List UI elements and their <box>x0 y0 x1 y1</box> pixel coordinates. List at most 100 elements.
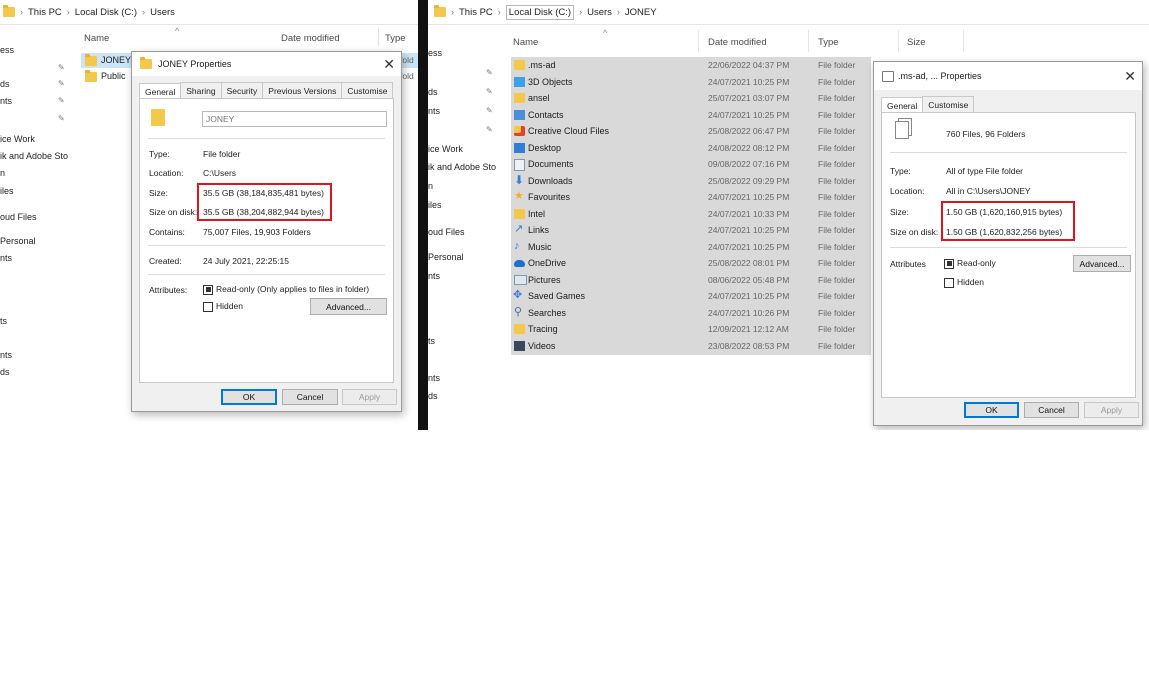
list-item[interactable]: ↗ Links 24/07/2021 10:25 PM File folder <box>511 222 871 238</box>
nav-item[interactable]: ik and Adobe Sto <box>0 151 68 161</box>
nav-item[interactable]: nts <box>428 106 440 116</box>
breadcrumb-local-disk[interactable]: Local Disk (C:) <box>75 7 137 18</box>
readonly-checkbox[interactable]: Read-only <box>944 258 996 269</box>
nav-item[interactable]: iles <box>428 200 442 210</box>
folder-icon <box>434 5 446 17</box>
breadcrumb-users[interactable]: Users <box>587 7 612 18</box>
breadcrumb-joney[interactable]: JONEY <box>625 7 657 18</box>
nav-item[interactable]: n <box>0 168 5 178</box>
column-divider[interactable] <box>963 30 964 52</box>
nav-item[interactable]: nts <box>0 253 12 263</box>
ok-button[interactable]: OK <box>221 389 277 405</box>
column-header-type[interactable]: Type <box>385 33 406 44</box>
hidden-checkbox[interactable]: Hidden <box>203 301 243 312</box>
nav-item[interactable]: ice Work <box>0 134 35 144</box>
address-bar[interactable]: › This PC › Local Disk (C:) › Users <box>0 0 418 25</box>
file-name: OneDrive <box>528 258 567 268</box>
list-item[interactable]: OneDrive 25/08/2022 08:01 PM File folder <box>511 255 871 271</box>
close-icon[interactable]: ✕ <box>383 56 395 73</box>
folder-name-field[interactable]: JONEY <box>202 111 387 127</box>
tab-customise[interactable]: Customise <box>341 82 394 99</box>
list-item[interactable]: ✥ Saved Games 24/07/2021 10:25 PM File f… <box>511 288 871 304</box>
column-divider[interactable] <box>808 30 809 52</box>
nav-item[interactable]: iles <box>0 186 14 196</box>
tab-previous-versions[interactable]: Previous Versions <box>262 82 343 99</box>
nav-item[interactable]: n <box>428 181 433 191</box>
address-bar[interactable]: › This PC › Local Disk (C:) › Users › JO… <box>428 0 1149 25</box>
apply-button[interactable]: Apply <box>1084 402 1139 418</box>
divider <box>148 245 385 246</box>
list-item[interactable]: 3D Objects 24/07/2021 10:25 PM File fold… <box>511 74 871 90</box>
column-header-name[interactable]: Name <box>84 33 109 44</box>
checkbox-icon <box>203 301 213 312</box>
nav-item[interactable]: ess <box>428 48 442 58</box>
nav-item[interactable]: oud Files <box>428 227 465 237</box>
tab-security[interactable]: Security <box>220 82 264 99</box>
list-item[interactable]: .ms-ad 22/06/2022 04:37 PM File folder <box>511 57 871 73</box>
hidden-checkbox[interactable]: Hidden <box>944 277 984 288</box>
column-divider[interactable] <box>698 30 699 52</box>
nav-item[interactable]: Personal <box>0 236 36 246</box>
cancel-button[interactable]: Cancel <box>282 389 338 405</box>
nav-item[interactable]: ik and Adobe Sto <box>428 162 496 172</box>
list-item[interactable]: Desktop 24/08/2022 08:12 PM File folder <box>511 140 871 156</box>
list-item[interactable]: ⚲ Searches 24/07/2021 10:26 PM File fold… <box>511 305 871 321</box>
breadcrumb-users[interactable]: Users <box>150 7 175 18</box>
close-icon[interactable]: ✕ <box>1124 68 1136 85</box>
nav-item[interactable]: ds <box>0 367 10 377</box>
list-item[interactable]: Creative Cloud Files 25/08/2022 06:47 PM… <box>511 123 871 139</box>
nav-item[interactable]: nts <box>428 271 440 281</box>
nav-item[interactable]: Personal <box>428 252 464 262</box>
file-date: 24/07/2021 10:25 PM <box>708 291 790 301</box>
nav-item[interactable]: oud Files <box>0 212 37 222</box>
dialog-titlebar[interactable]: JONEY Properties ✕ <box>132 52 401 76</box>
folder-icon <box>514 324 525 334</box>
breadcrumb-local-disk[interactable]: Local Disk (C:) <box>505 4 575 20</box>
column-divider[interactable] <box>898 30 899 52</box>
3d-objects-icon <box>514 76 525 87</box>
advanced-button[interactable]: Advanced... <box>310 298 387 315</box>
list-item[interactable]: ansel 25/07/2021 03:07 PM File folder <box>511 90 871 106</box>
apply-button[interactable]: Apply <box>342 389 397 405</box>
list-item[interactable]: Tracing 12/09/2021 12:12 AM File folder <box>511 321 871 337</box>
list-item[interactable]: Documents 09/08/2022 07:16 PM File folde… <box>511 156 871 172</box>
dialog-title: JONEY Properties <box>158 59 232 69</box>
cancel-button[interactable]: Cancel <box>1024 402 1079 418</box>
column-header-type[interactable]: Type <box>818 37 839 48</box>
advanced-button[interactable]: Advanced... <box>1073 255 1131 272</box>
nav-item[interactable]: ess <box>0 45 14 55</box>
dialog-titlebar[interactable]: .ms-ad, ... Properties ✕ <box>874 62 1142 90</box>
nav-item[interactable]: nts <box>0 96 12 106</box>
list-item[interactable]: ♪ Music 24/07/2021 10:25 PM File folder <box>511 239 871 255</box>
list-item[interactable]: Intel 24/07/2021 10:33 PM File folder <box>511 206 871 222</box>
list-item[interactable]: ⬇ Downloads 25/08/2022 09:29 PM File fol… <box>511 173 871 189</box>
column-header-date[interactable]: Date modified <box>708 37 767 48</box>
file-type: File folder <box>818 258 856 268</box>
ok-button[interactable]: OK <box>964 402 1019 418</box>
column-divider[interactable] <box>378 28 379 46</box>
column-header-name[interactable]: Name <box>513 37 538 48</box>
breadcrumb-this-pc[interactable]: This PC <box>459 7 493 18</box>
list-item[interactable]: Videos 23/08/2022 08:53 PM File folder <box>511 338 871 354</box>
ms-ad-properties-dialog: .ms-ad, ... Properties ✕ General Customi… <box>873 61 1143 426</box>
tab-customise[interactable]: Customise <box>922 96 975 113</box>
column-header-size[interactable]: Size <box>907 37 925 48</box>
readonly-checkbox[interactable]: Read-only (Only applies to files in fold… <box>203 284 369 295</box>
nav-item[interactable]: ts <box>428 336 435 346</box>
nav-item[interactable]: ds <box>428 87 438 97</box>
list-item[interactable]: Pictures 08/06/2022 05:48 PM File folder <box>511 272 871 288</box>
nav-item[interactable]: ice Work <box>428 144 463 154</box>
nav-item[interactable]: ds <box>428 391 438 401</box>
breadcrumb-this-pc[interactable]: This PC <box>28 7 62 18</box>
nav-item[interactable]: nts <box>0 350 12 360</box>
nav-item[interactable]: ds <box>0 79 10 89</box>
type-value: File folder <box>203 149 241 159</box>
tab-sharing[interactable]: Sharing <box>180 82 222 99</box>
list-item[interactable]: ★ Favourites 24/07/2021 10:25 PM File fo… <box>511 189 871 205</box>
size-on-disk-label: Size on disk: <box>149 207 198 217</box>
nav-item[interactable]: nts <box>428 373 440 383</box>
list-item[interactable]: Contacts 24/07/2021 10:25 PM File folder <box>511 107 871 123</box>
column-header-date[interactable]: Date modified <box>281 33 340 44</box>
nav-item[interactable]: ts <box>0 316 7 326</box>
file-type: File folder <box>818 192 856 202</box>
